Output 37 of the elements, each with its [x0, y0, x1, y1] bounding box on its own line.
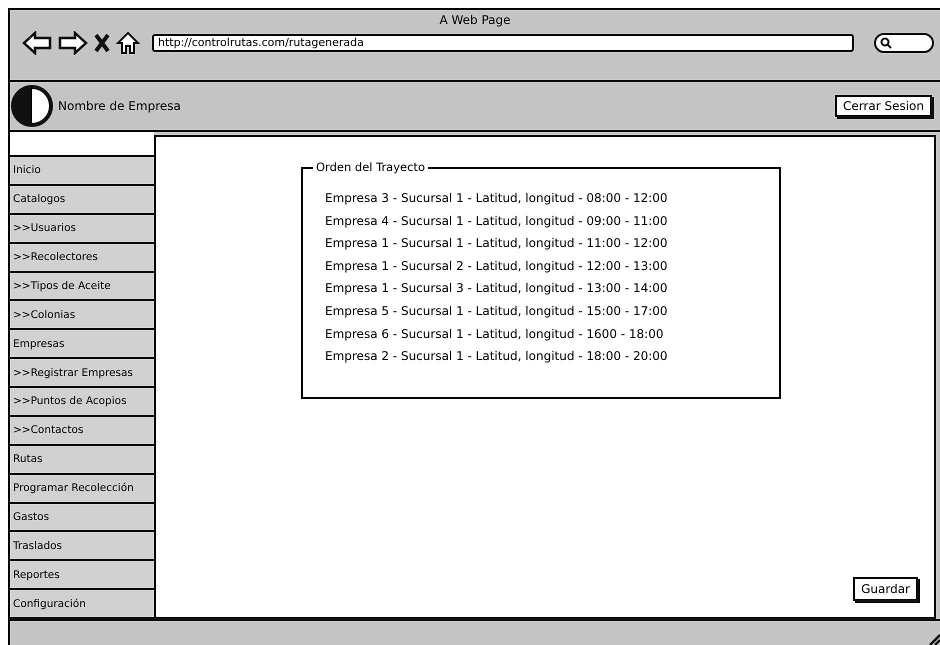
- sidebar-item[interactable]: Programar Recolección: [10, 474, 154, 504]
- resize-grip-icon[interactable]: [928, 633, 940, 645]
- home-icon[interactable]: [116, 31, 140, 55]
- url-field[interactable]: http://controlrutas.com/rutagenerada: [152, 34, 854, 52]
- sidebar-item[interactable]: >>Contactos: [10, 416, 154, 446]
- route-stop: Empresa 1 - Sucursal 1 - Latitud, longitud - 11:00 - 12:00: [325, 235, 669, 252]
- logout-button[interactable]: Cerrar Sesion: [834, 95, 932, 117]
- route-stop: Empresa 4 - Sucursal 1 - Latitud, longitud - 09:00 - 11:00: [325, 212, 669, 230]
- route-stop: Empresa 5 - Sucursal 1 - Latitud, longitud - 15:00 - 17:00: [325, 302, 669, 320]
- close-icon[interactable]: [94, 33, 110, 53]
- sidebar-item[interactable]: Catalogos: [10, 186, 154, 215]
- save-button[interactable]: Guardar: [853, 577, 918, 601]
- search-field[interactable]: [874, 33, 934, 53]
- sidebar-item[interactable]: Reportes: [10, 561, 154, 590]
- back-icon[interactable]: [22, 31, 52, 55]
- sidebar-item[interactable]: Inicio: [10, 157, 154, 186]
- route-stop: Empresa 6 - Sucursal 1 - Latitud, longitud - 1600 - 18:00: [325, 326, 664, 343]
- sidebar-item[interactable]: >>Usuarios: [10, 214, 154, 244]
- sidebar-item[interactable]: >>Registrar Empresas: [10, 359, 154, 388]
- route-stop: Empresa 1 - Sucursal 2 - Latitud, longitud - 12:00 - 13:00: [325, 258, 669, 275]
- sidebar-item[interactable]: Configuración: [10, 590, 154, 619]
- group-title: Orden del Trayecto: [313, 160, 428, 174]
- window-title: A Web Page: [438, 12, 512, 29]
- sidebar-item[interactable]: Rutas: [10, 446, 154, 475]
- sidebar-item[interactable]: Empresas: [10, 330, 154, 360]
- forward-icon[interactable]: [58, 31, 88, 55]
- route-stop: Empresa 3 - Sucursal 1 - Latitud, longitud - 08:00 - 12:00: [325, 190, 669, 207]
- route-stop: Empresa 1 - Sucursal 3 - Latitud, longitud - 13:00 - 14:00: [325, 280, 669, 298]
- sidebar-item[interactable]: Gastos: [10, 504, 154, 532]
- search-icon: [880, 37, 892, 49]
- sidebar-item[interactable]: Traslados: [10, 532, 154, 562]
- company-name: Nombre de Empresa: [58, 99, 182, 113]
- sidebar-item[interactable]: >>Recolectores: [10, 244, 154, 272]
- route-stop: Empresa 2 - Sucursal 1 - Latitud, longitud - 18:00 - 20:00: [325, 348, 669, 366]
- sidebar-item[interactable]: >>Puntos de Acopios: [10, 388, 154, 417]
- sidebar-item[interactable]: >>Colonias: [10, 301, 154, 330]
- sidebar-item[interactable]: >>Tipos de Aceite: [10, 272, 154, 302]
